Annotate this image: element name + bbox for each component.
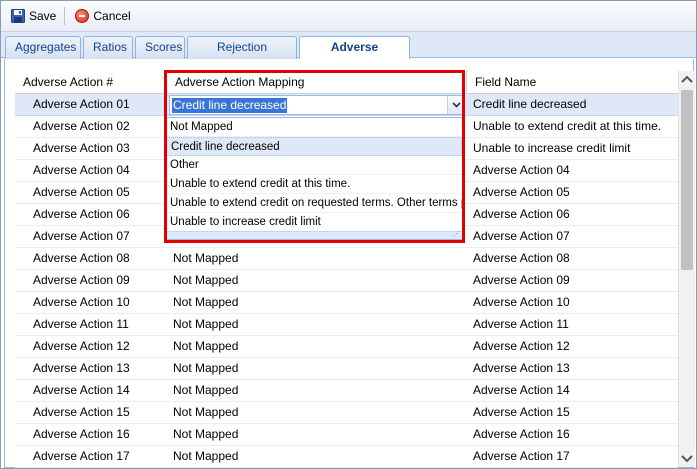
field-name-cell: Unable to increase credit limit [473, 141, 631, 155]
window-frame: Save Cancel Aggregates Ratios Scores Rej… [0, 0, 697, 469]
table-row[interactable]: Adverse Action 11 Not Mapped Adverse Actio… [15, 314, 678, 336]
adverse-action-number-cell: Adverse Action 07 [33, 229, 130, 243]
save-button[interactable]: Save [7, 5, 60, 27]
tab-ratios[interactable]: Ratios [83, 36, 133, 59]
adverse-action-number-cell: Adverse Action 06 [33, 207, 130, 221]
adverse-action-mapping-cell[interactable]: Not Mapped [167, 248, 467, 270]
vertical-scrollbar[interactable] [678, 71, 695, 467]
column-header-adverse-action-mapping[interactable]: Adverse Action Mapping [167, 71, 467, 94]
table-row[interactable]: Adverse Action 13 Not Mapped Adverse Actio… [15, 358, 678, 380]
table-row[interactable]: Adverse Action 09 Not Mapped Adverse Actio… [15, 270, 678, 292]
cancel-button[interactable]: Cancel [71, 5, 134, 27]
adverse-action-number-cell: Adverse Action 16 [33, 427, 130, 441]
adverse-action-number-cell: Adverse Action 12 [33, 339, 130, 353]
adverse-action-mapping-cell[interactable]: Not Mapped [167, 314, 467, 336]
table-row[interactable]: Adverse Action 01 Credit line decreased Cr… [15, 94, 678, 116]
table-row[interactable]: Adverse Action 17 Not Mapped Adverse Actio… [15, 446, 678, 468]
field-name-cell: Adverse Action 13 [473, 361, 570, 375]
tab-aggregates[interactable]: Aggregates [5, 36, 81, 59]
field-name-cell: Adverse Action 04 [473, 163, 570, 177]
toolbar: Save Cancel [1, 1, 696, 31]
dropdown-option[interactable]: Unable to extend credit on requested ter… [166, 194, 462, 213]
dropdown-option[interactable]: Unable to extend credit at this time. [166, 175, 462, 194]
dropdown-option[interactable]: Unable to increase credit limit [166, 213, 462, 232]
field-name-cell: Adverse Action 05 [473, 185, 570, 199]
cancel-label: Cancel [93, 9, 131, 23]
adverse-action-number-cell: Adverse Action 13 [33, 361, 130, 375]
table-row[interactable]: Adverse Action 08 Not Mapped Adverse Actio… [15, 248, 678, 270]
field-name-cell: Adverse Action 17 [473, 449, 570, 463]
combo-dropdown-trigger[interactable] [447, 96, 464, 114]
field-name-cell: Adverse Action 16 [473, 427, 570, 441]
adverse-action-mapping-cell[interactable]: Not Mapped [167, 402, 467, 424]
column-header-adverse-action-number[interactable]: Adverse Action # [15, 71, 167, 94]
dropdown-option[interactable]: Credit line decreased [166, 137, 462, 156]
tab-bar: Aggregates Ratios Scores Rejection Reaso… [1, 31, 696, 75]
field-name-cell: Adverse Action 12 [473, 339, 570, 353]
grid-header: Adverse Action # Adverse Action Mapping … [15, 71, 678, 94]
field-name-cell: Adverse Action 11 [473, 317, 569, 331]
dropdown-option[interactable]: Other [166, 156, 462, 175]
save-label: Save [29, 9, 57, 23]
dropdown-resize-handle[interactable]: ⋰ [166, 231, 462, 239]
table-row[interactable]: Adverse Action 14 Not Mapped Adverse Actio… [15, 380, 678, 402]
adverse-action-mapping-cell[interactable]: Not Mapped [167, 358, 467, 380]
tab-rejection-reasons[interactable]: Rejection Reasons [187, 36, 297, 75]
tab-adverse-actions[interactable]: Adverse Actions [299, 36, 410, 75]
adverse-action-number-cell: Adverse Action 03 [33, 141, 130, 155]
table-row[interactable]: Adverse Action 12 Not Mapped Adverse Actio… [15, 336, 678, 358]
scroll-up-arrow-icon[interactable] [679, 71, 695, 88]
adverse-action-mapping-cell[interactable]: Not Mapped [167, 446, 467, 468]
scroll-down-arrow-icon[interactable] [679, 450, 695, 467]
mapping-dropdown-list[interactable]: Not Mapped Credit line decreased Other Unab… [165, 117, 463, 240]
field-name-cell: Unable to extend credit at this time. [473, 119, 662, 133]
adverse-action-number-cell: Adverse Action 11 [33, 317, 129, 331]
adverse-action-number-cell: Adverse Action 01 [33, 97, 130, 111]
column-header-field-name[interactable]: Field Name [467, 71, 678, 94]
adverse-action-number-cell: Adverse Action 14 [33, 383, 130, 397]
adverse-action-mapping-cell[interactable]: Not Mapped [167, 336, 467, 358]
adverse-action-number-cell: Adverse Action 09 [33, 273, 130, 287]
adverse-action-number-cell: Adverse Action 17 [33, 449, 130, 463]
table-row[interactable]: Adverse Action 16 Not Mapped Adverse Actio… [15, 424, 678, 446]
field-name-cell: Adverse Action 06 [473, 207, 570, 221]
field-name-cell: Adverse Action 10 [473, 295, 570, 309]
adverse-action-number-cell: Adverse Action 15 [33, 405, 130, 419]
adverse-action-number-cell: Adverse Action 04 [33, 163, 130, 177]
floppy-disk-icon [11, 9, 25, 23]
adverse-action-mapping-cell[interactable]: Not Mapped [167, 380, 467, 402]
resize-grip-icon: ⋰ [453, 231, 460, 238]
table-row[interactable]: Adverse Action 15 Not Mapped Adverse Actio… [15, 402, 678, 424]
adverse-action-number-cell: Adverse Action 05 [33, 185, 130, 199]
toolbar-separator [64, 7, 66, 25]
field-name-cell: Credit line decreased [473, 97, 587, 111]
field-name-cell: Adverse Action 07 [473, 229, 570, 243]
tab-scores[interactable]: Scores [135, 36, 185, 59]
mapping-combo-box[interactable]: Credit line decreased [169, 95, 465, 115]
field-name-cell: Adverse Action 09 [473, 273, 570, 287]
combo-selected-text[interactable]: Credit line decreased [172, 98, 288, 113]
chevron-down-icon [452, 102, 461, 108]
dropdown-option[interactable]: Not Mapped [166, 118, 462, 137]
table-row[interactable]: Adverse Action 10 Not Mapped Adverse Actio… [15, 292, 678, 314]
field-name-cell: Adverse Action 15 [473, 405, 570, 419]
scrollbar-thumb[interactable] [681, 90, 693, 270]
cancel-icon [75, 9, 90, 23]
adverse-action-number-cell: Adverse Action 10 [33, 295, 130, 309]
field-name-cell: Adverse Action 08 [473, 251, 570, 265]
adverse-action-number-cell: Adverse Action 08 [33, 251, 130, 265]
adverse-action-number-cell: Adverse Action 02 [33, 119, 130, 133]
field-name-cell: Adverse Action 14 [473, 383, 570, 397]
adverse-action-mapping-cell[interactable]: Not Mapped [167, 424, 467, 446]
adverse-action-mapping-cell[interactable]: Not Mapped [167, 292, 467, 314]
adverse-action-mapping-cell[interactable]: Not Mapped [167, 270, 467, 292]
